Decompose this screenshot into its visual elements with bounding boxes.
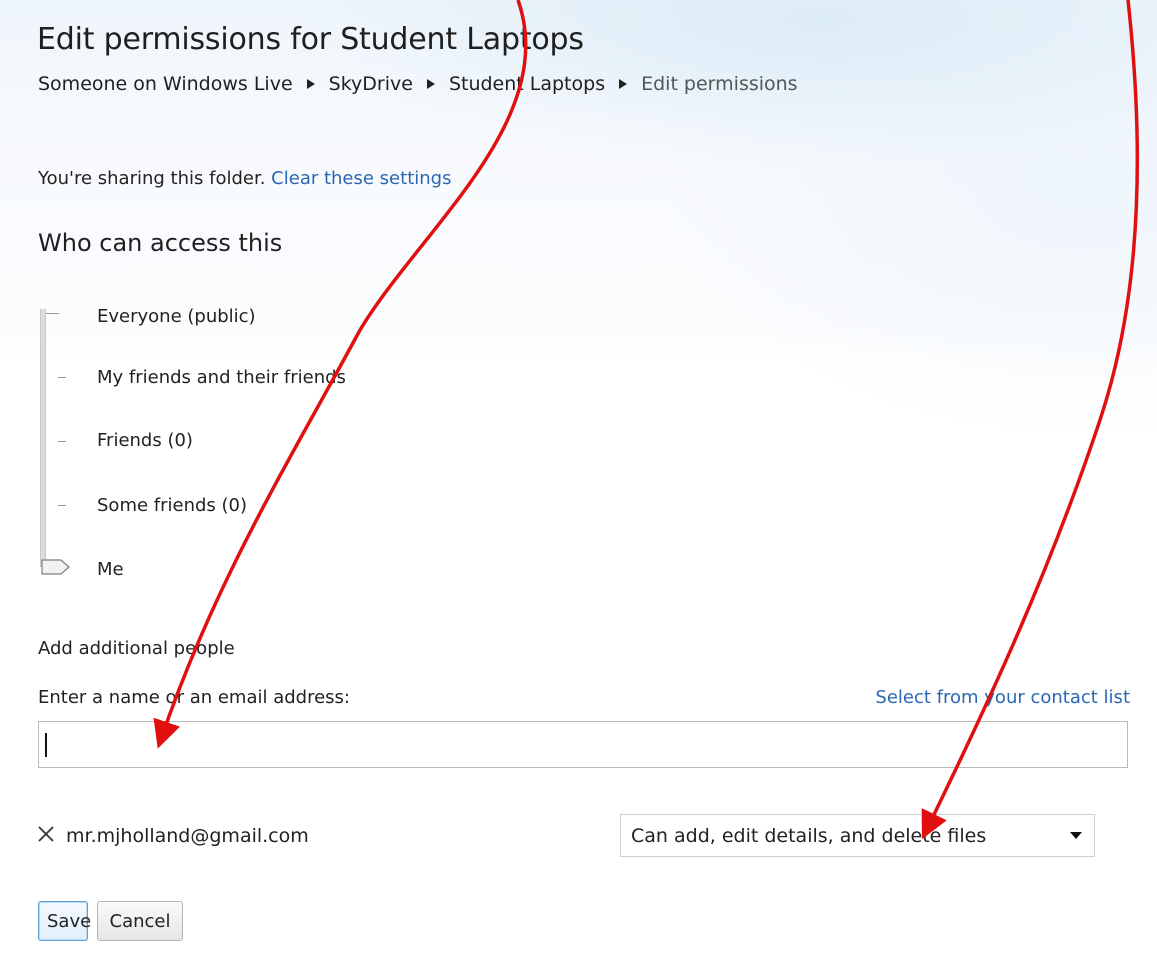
text-caret <box>45 733 47 757</box>
page-title: Edit permissions for Student Laptops <box>37 22 584 57</box>
level-some-friends[interactable]: Some friends (0) <box>97 495 247 516</box>
name-email-input[interactable] <box>38 721 1128 768</box>
name-field-label: Enter a name or an email address: <box>38 687 350 708</box>
remove-person-icon[interactable] <box>36 824 56 844</box>
slider-tick <box>46 313 59 314</box>
page-background <box>0 0 1157 956</box>
permission-dropdown-value: Can add, edit details, and delete files <box>631 824 987 847</box>
level-friends-of-friends[interactable]: My friends and their friends <box>97 367 346 388</box>
contact-list-link[interactable]: Select from your contact list <box>875 687 1130 708</box>
breadcrumb-item-student-laptops[interactable]: Student Laptops <box>449 73 605 95</box>
level-everyone[interactable]: Everyone (public) <box>97 306 256 327</box>
slider-tick <box>58 377 66 378</box>
slider-thumb[interactable] <box>41 558 71 576</box>
breadcrumb-separator-icon <box>619 79 628 89</box>
level-me[interactable]: Me <box>97 559 124 580</box>
save-button[interactable]: Save <box>38 901 91 941</box>
breadcrumb-item-windows-live[interactable]: Someone on Windows Live <box>38 73 293 95</box>
level-friends[interactable]: Friends (0) <box>97 430 193 451</box>
slider-tick <box>58 441 66 442</box>
add-people-heading: Add additional people <box>38 638 235 659</box>
breadcrumb-separator-icon <box>426 79 435 89</box>
breadcrumb-separator-icon <box>306 79 315 89</box>
slider-tick <box>58 505 66 506</box>
breadcrumb-item-current: Edit permissions <box>641 73 798 95</box>
person-email: mr.mjholland@gmail.com <box>66 825 309 847</box>
clear-settings-link[interactable]: Clear these settings <box>271 168 451 189</box>
access-level-slider[interactable] <box>40 309 46 567</box>
sharing-status: You're sharing this folder. Clear these … <box>38 168 451 189</box>
sharing-status-text: You're sharing this folder. <box>38 168 266 189</box>
access-heading: Who can access this <box>38 229 283 257</box>
cancel-button[interactable]: Cancel <box>97 901 183 941</box>
breadcrumb-item-skydrive[interactable]: SkyDrive <box>329 73 413 95</box>
breadcrumb: Someone on Windows Live SkyDrive Student… <box>38 73 798 95</box>
chevron-down-icon <box>1070 832 1082 839</box>
permission-dropdown[interactable]: Can add, edit details, and delete files <box>620 814 1095 857</box>
